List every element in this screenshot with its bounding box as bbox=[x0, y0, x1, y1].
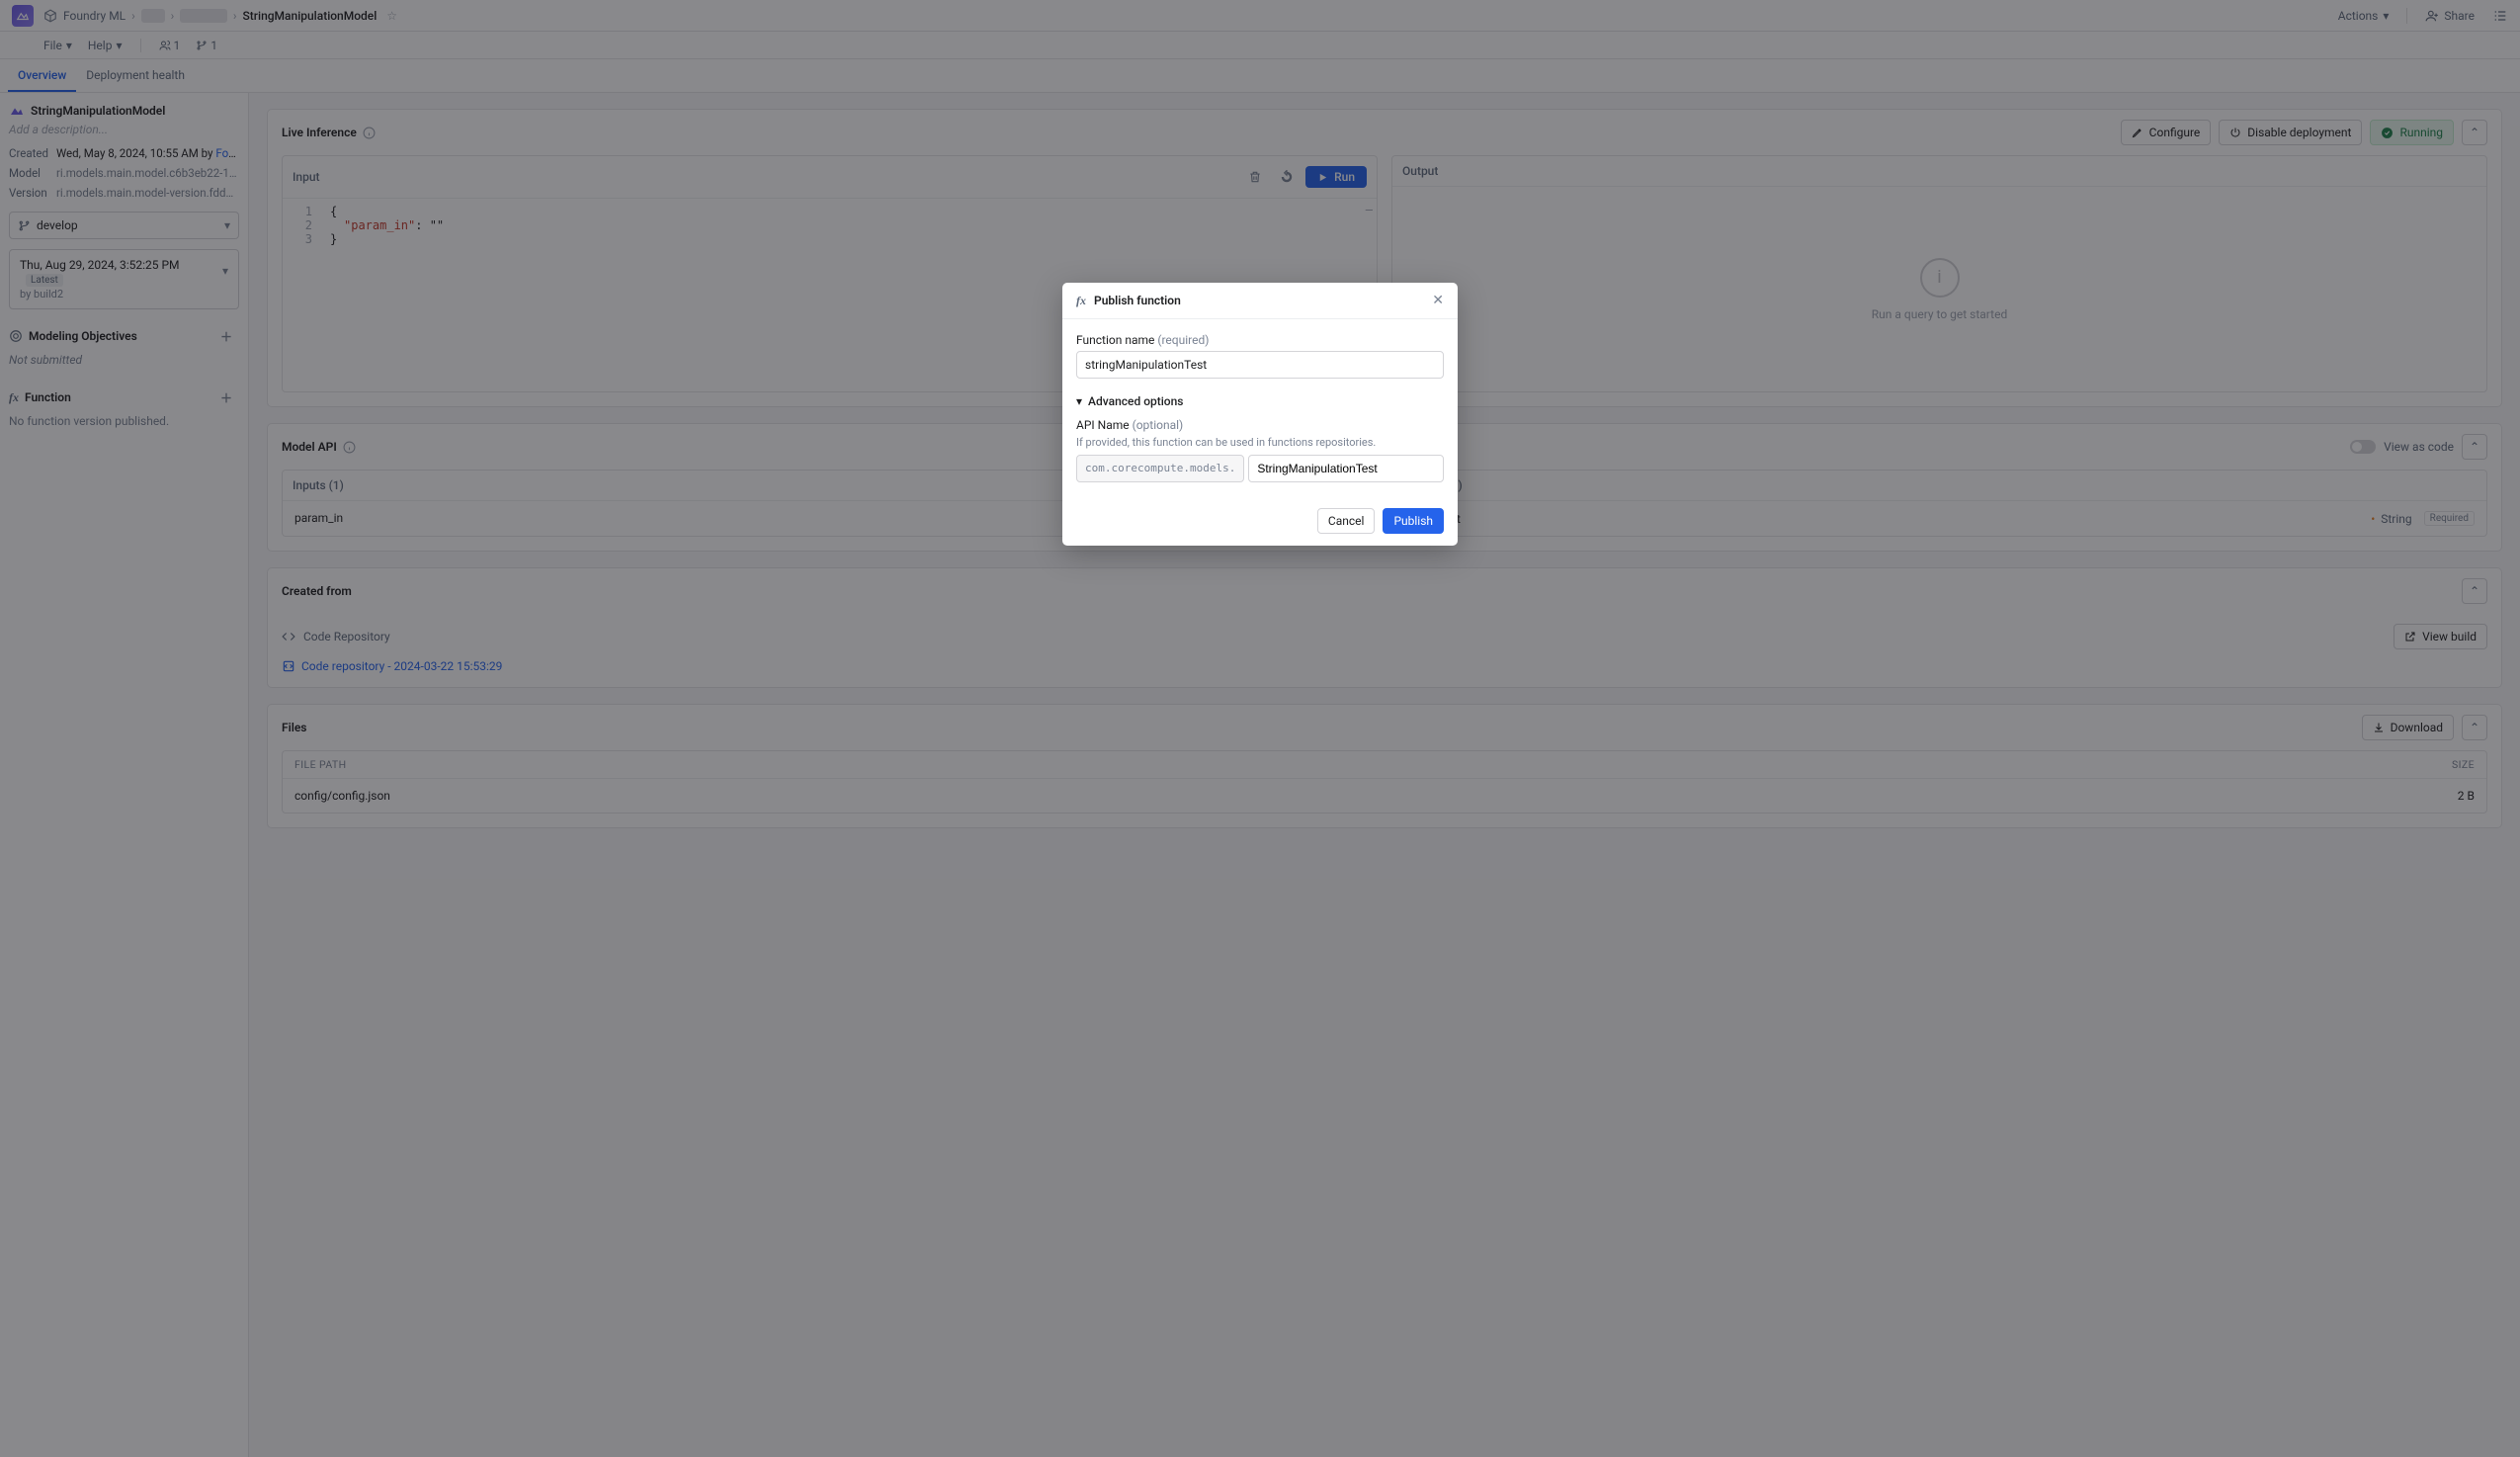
api-name-prefix: com.corecompute.models. bbox=[1076, 455, 1244, 482]
api-name-input[interactable] bbox=[1248, 455, 1444, 482]
function-icon: fx bbox=[1076, 294, 1086, 308]
api-name-label: API Name (optional) bbox=[1076, 418, 1444, 432]
cancel-button[interactable]: Cancel bbox=[1317, 508, 1376, 534]
function-name-label: Function name (required) bbox=[1076, 333, 1444, 347]
close-modal-button[interactable]: ✕ bbox=[1432, 293, 1444, 308]
publish-function-modal: fx Publish function ✕ Function name (req… bbox=[1062, 283, 1458, 546]
api-name-help: If provided, this function can be used i… bbox=[1076, 436, 1444, 449]
required-hint: (required) bbox=[1157, 333, 1209, 347]
publish-button[interactable]: Publish bbox=[1383, 508, 1444, 534]
function-name-label-text: Function name bbox=[1076, 333, 1157, 347]
advanced-options-toggle[interactable]: ▾ Advanced options bbox=[1076, 394, 1444, 408]
chevron-down-icon: ▾ bbox=[1076, 394, 1082, 408]
modal-overlay[interactable] bbox=[0, 0, 2520, 1457]
api-name-label-text: API Name bbox=[1076, 418, 1133, 432]
advanced-options-label: Advanced options bbox=[1088, 394, 1183, 408]
function-name-input[interactable] bbox=[1076, 351, 1444, 379]
modal-title: Publish function bbox=[1094, 294, 1181, 307]
optional-hint: (optional) bbox=[1133, 418, 1184, 432]
